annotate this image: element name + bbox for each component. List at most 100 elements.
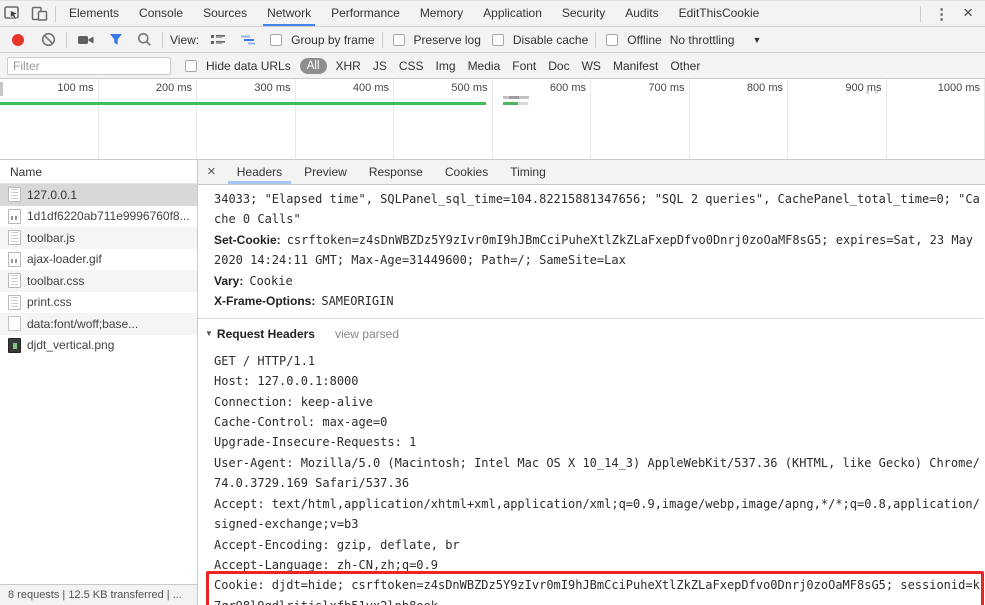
request-name: djdt_vertical.png bbox=[27, 338, 115, 353]
request-row[interactable]: djdt_vertical.png bbox=[0, 335, 197, 357]
detail-tab-cookies[interactable]: Cookies bbox=[434, 160, 499, 184]
filter-type-js[interactable]: JS bbox=[367, 59, 393, 73]
timeline-tick: 300 ms bbox=[254, 82, 291, 94]
stylesheet-file-icon bbox=[8, 273, 21, 289]
timeline-drag-handle[interactable] bbox=[0, 82, 3, 96]
header-value: Cookie bbox=[249, 273, 293, 288]
tabbar-right-controls: ⋮ × bbox=[917, 3, 985, 25]
tab-editthiscookie[interactable]: EditThisCookie bbox=[669, 1, 770, 26]
filter-type-all[interactable]: All bbox=[299, 57, 327, 74]
view-label: View: bbox=[170, 32, 200, 47]
response-header-line: Vary: Cookie bbox=[214, 271, 983, 291]
large-request-rows-icon[interactable] bbox=[203, 28, 233, 52]
request-name: 127.0.0.1 bbox=[27, 187, 78, 202]
divider bbox=[595, 31, 597, 48]
request-headers-section-header[interactable]: ▼ Request Headers view parsed bbox=[198, 318, 983, 348]
filter-input[interactable] bbox=[7, 56, 171, 75]
disable-cache-checkbox[interactable] bbox=[491, 33, 504, 46]
request-row[interactable]: toolbar.css bbox=[0, 270, 197, 292]
tab-performance[interactable]: Performance bbox=[321, 1, 410, 26]
inspect-element-icon[interactable] bbox=[0, 2, 26, 26]
name-column-header[interactable]: Name bbox=[0, 160, 197, 184]
throttling-caret-icon[interactable]: ▼ bbox=[752, 35, 761, 45]
capture-screenshots-icon[interactable] bbox=[70, 28, 102, 52]
timeline-cell: 1000 ms bbox=[887, 79, 985, 159]
hide-data-urls-checkbox[interactable] bbox=[185, 59, 197, 72]
filter-type-xhr[interactable]: XHR bbox=[330, 59, 367, 73]
filter-type-css[interactable]: CSS bbox=[393, 59, 430, 73]
request-name: print.css bbox=[27, 295, 72, 310]
request-name: 1d1df6220ab711e9996760f8... bbox=[27, 209, 190, 224]
script-file-icon bbox=[8, 230, 21, 246]
filter-type-img[interactable]: Img bbox=[430, 59, 462, 73]
record-button[interactable] bbox=[12, 33, 24, 46]
request-row[interactable]: ajax-loader.gif bbox=[0, 249, 197, 271]
offline-checkbox[interactable] bbox=[606, 33, 619, 46]
cookie-header-line: Cookie: djdt=hide; csrftoken=z4sDnWBZDz5… bbox=[206, 571, 984, 605]
filter-type-other[interactable]: Other bbox=[664, 59, 706, 73]
request-row[interactable]: toolbar.js bbox=[0, 227, 197, 249]
device-toolbar-icon[interactable] bbox=[26, 2, 52, 26]
timeline-tick: 800 ms bbox=[746, 82, 783, 94]
request-row[interactable]: data:font/woff;base... bbox=[0, 313, 197, 335]
search-icon[interactable] bbox=[130, 28, 159, 52]
triangle-expanded-icon[interactable]: ▼ bbox=[205, 324, 213, 344]
tab-sources[interactable]: Sources bbox=[193, 1, 257, 26]
preserve-log-checkbox[interactable] bbox=[392, 33, 405, 46]
tab-memory[interactable]: Memory bbox=[410, 1, 473, 26]
cookie-text: Cookie: djdt=hide; csrftoken=z4sDnWBZDz5… bbox=[214, 578, 980, 605]
detail-tab-response[interactable]: Response bbox=[358, 160, 434, 184]
preserve-log-label: Preserve log bbox=[413, 32, 481, 47]
clear-icon[interactable] bbox=[34, 28, 63, 52]
detail-tab-timing[interactable]: Timing bbox=[499, 160, 557, 184]
hide-data-urls-label: Hide data URLs bbox=[206, 58, 291, 73]
throttling-select[interactable]: No throttling bbox=[666, 33, 739, 47]
request-list-panel: Name 127.0.0.1 1d1df6220ab711e9996760f8.… bbox=[0, 160, 198, 605]
timeline-tick: 200 ms bbox=[155, 82, 192, 94]
divider bbox=[66, 31, 67, 48]
request-header-line: Host: 127.0.0.1:8000 bbox=[214, 374, 359, 389]
filter-type-ws[interactable]: WS bbox=[576, 59, 607, 73]
filter-type-font[interactable]: Font bbox=[506, 59, 542, 73]
offline-label: Offline bbox=[627, 32, 662, 47]
timeline-cell: 500 ms bbox=[394, 79, 493, 159]
filter-icon[interactable] bbox=[102, 28, 130, 52]
tab-application[interactable]: Application bbox=[473, 1, 552, 26]
tab-elements[interactable]: Elements bbox=[59, 1, 129, 26]
timeline-cell: 300 ms bbox=[197, 79, 296, 159]
font-file-icon bbox=[8, 316, 21, 332]
filter-type-doc[interactable]: Doc bbox=[542, 59, 575, 73]
tab-console[interactable]: Console bbox=[129, 1, 193, 26]
timeline-tick: 1000 ms bbox=[937, 82, 980, 94]
request-row[interactable]: print.css bbox=[0, 292, 197, 314]
filter-type-media[interactable]: Media bbox=[462, 59, 507, 73]
detail-tab-headers[interactable]: Headers bbox=[226, 160, 293, 184]
filter-type-manifest[interactable]: Manifest bbox=[607, 59, 664, 73]
request-header-line: Connection: keep-alive bbox=[214, 394, 373, 409]
request-row[interactable]: 127.0.0.1 bbox=[0, 184, 197, 206]
view-parsed-link[interactable]: view parsed bbox=[335, 324, 399, 344]
overview-waterfall-bar bbox=[503, 102, 518, 105]
header-name: Vary: bbox=[214, 273, 244, 288]
timeline-cell: 700 ms bbox=[591, 79, 690, 159]
close-detail-icon[interactable]: × bbox=[198, 163, 226, 182]
group-by-frame-label: Group by frame bbox=[291, 32, 375, 47]
header-value: csrftoken=z4sDnWBZDz5Y9zIvr0mI9hJBmCciPu… bbox=[214, 232, 974, 268]
detail-tab-preview[interactable]: Preview bbox=[293, 160, 358, 184]
tab-security[interactable]: Security bbox=[552, 1, 615, 26]
network-overview-timeline[interactable]: 100 ms 200 ms 300 ms 400 ms 500 ms 600 m… bbox=[0, 79, 985, 160]
headers-pane[interactable]: 34033; "Elapsed time", SQLPanel_sql_time… bbox=[198, 185, 985, 605]
close-devtools-icon[interactable]: × bbox=[959, 3, 985, 25]
request-header-line: User-Agent: Mozilla/5.0 (Macintosh; Inte… bbox=[214, 455, 980, 491]
group-by-frame-checkbox[interactable] bbox=[270, 33, 283, 46]
timeline-cell: 900 ms bbox=[788, 79, 887, 159]
tab-audits[interactable]: Audits bbox=[615, 1, 668, 26]
request-header-line: Accept: text/html,application/xhtml+xml,… bbox=[214, 496, 980, 532]
image-file-icon bbox=[8, 208, 21, 224]
request-row[interactable]: 1d1df6220ab711e9996760f8... bbox=[0, 206, 197, 228]
tab-network[interactable]: Network bbox=[257, 1, 321, 26]
more-options-icon[interactable]: ⋮ bbox=[924, 5, 959, 23]
request-header-line: Accept-Language: zh-CN,zh;q=0.9 bbox=[214, 557, 438, 572]
timeline-cell: 600 ms bbox=[493, 79, 591, 159]
show-overview-icon[interactable] bbox=[233, 28, 263, 52]
